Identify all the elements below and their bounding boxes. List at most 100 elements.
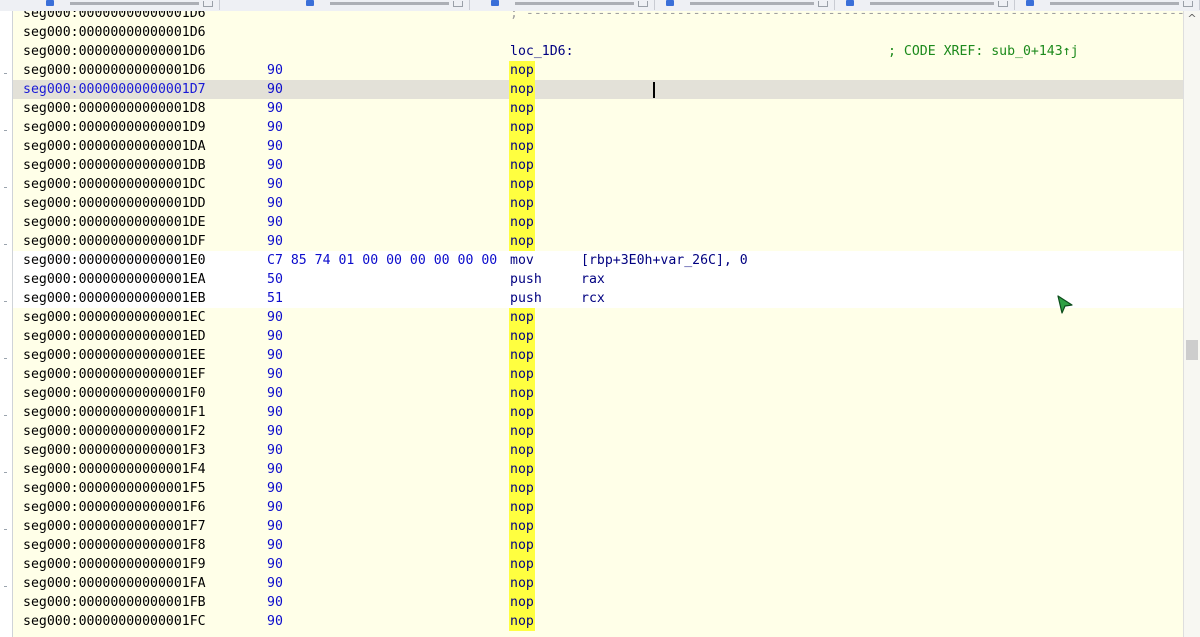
tab-3[interactable] [485, 0, 655, 10]
row-opcode-bytes: 90 [267, 462, 283, 477]
scroll-thumb[interactable] [1186, 340, 1198, 360]
row-mnemonic[interactable]: nop [509, 441, 535, 460]
row-mnemonic[interactable]: nop [509, 137, 535, 156]
row-mnemonic[interactable]: push [510, 289, 542, 308]
row-address: seg000:00000000000001D6 [23, 25, 206, 40]
row-opcode-bytes: 90 [267, 82, 283, 97]
row-mnemonic[interactable]: mov [510, 251, 534, 270]
listing-row[interactable]: seg000:00000000000001D9 90 nop [13, 118, 1183, 137]
listing-row[interactable]: seg000:00000000000001EA 50 push rax [13, 270, 1183, 289]
tab-1[interactable] [40, 0, 220, 10]
row-mnemonic[interactable]: nop [509, 460, 535, 479]
row-mnemonic[interactable]: nop [509, 99, 535, 118]
row-mnemonic[interactable]: nop [509, 593, 535, 612]
row-mnemonic[interactable]: nop [509, 213, 535, 232]
row-address: seg000:00000000000001DC [23, 177, 206, 192]
row-mnemonic[interactable]: nop [509, 346, 535, 365]
listing-row[interactable]: seg000:00000000000001FA 90 nop [13, 574, 1183, 593]
listing-row[interactable]: seg000:00000000000001F4 90 nop [13, 460, 1183, 479]
row-mnemonic[interactable]: nop [509, 498, 535, 517]
listing-row[interactable]: seg000:00000000000001FC 90 nop [13, 612, 1183, 631]
row-mnemonic[interactable]: nop [509, 517, 535, 536]
listing-row[interactable]: seg000:00000000000001EC 90 nop [13, 308, 1183, 327]
tab-4[interactable] [660, 0, 835, 10]
scroll-up-arrow-icon[interactable]: ^ [1184, 11, 1200, 27]
row-mnemonic[interactable]: nop [509, 232, 535, 251]
row-mnemonic[interactable]: nop [509, 194, 535, 213]
close-icon[interactable] [638, 1, 648, 7]
row-operands[interactable]: [rbp+3E0h+var_26C], 0 [581, 251, 748, 270]
row-mnemonic[interactable]: nop [509, 422, 535, 441]
listing-row[interactable]: seg000:00000000000001DE 90 nop [13, 213, 1183, 232]
row-opcode-bytes: 90 [267, 177, 283, 192]
xref-comment[interactable]: ; CODE XREF: sub_0+143↑j [888, 42, 1079, 61]
row-mnemonic[interactable]: nop [509, 175, 535, 194]
listing-row[interactable]: seg000:00000000000001ED 90 nop [13, 327, 1183, 346]
listing-row[interactable]: seg000:00000000000001E0 C7 85 74 01 00 00… [13, 251, 1183, 270]
row-opcode-bytes: 90 [267, 481, 283, 496]
row-mnemonic[interactable]: nop [509, 327, 535, 346]
close-icon[interactable] [818, 1, 828, 7]
tab-5[interactable] [840, 0, 1015, 10]
close-icon[interactable] [998, 1, 1008, 7]
row-address: seg000:00000000000001D6 [23, 63, 206, 78]
listing-row[interactable]: seg000:00000000000001D6 ; ---------------… [13, 11, 1183, 23]
row-opcode-bytes: 90 [267, 386, 283, 401]
listing-row[interactable]: seg000:00000000000001F5 90 nop [13, 479, 1183, 498]
row-mnemonic[interactable]: nop [509, 384, 535, 403]
close-icon[interactable] [1183, 1, 1193, 7]
listing-row[interactable]: seg000:00000000000001EE 90 nop [13, 346, 1183, 365]
row-operands[interactable]: rcx [581, 289, 605, 308]
row-mnemonic[interactable]: nop [509, 612, 535, 631]
document-icon [491, 0, 499, 6]
listing-row[interactable]: seg000:00000000000001F0 90 nop [13, 384, 1183, 403]
listing-row[interactable]: seg000:00000000000001EB 51 push rcx [13, 289, 1183, 308]
row-mnemonic[interactable]: nop [509, 365, 535, 384]
row-mnemonic[interactable]: nop [509, 574, 535, 593]
vertical-scrollbar[interactable]: ^ [1183, 11, 1200, 637]
tab-2[interactable] [300, 0, 470, 10]
row-mnemonic[interactable]: nop [509, 156, 535, 175]
row-address: seg000:00000000000001F8 [23, 538, 206, 553]
row-opcode-bytes: 90 [267, 120, 283, 135]
listing-row[interactable]: seg000:00000000000001D7 90 nop [13, 80, 1183, 99]
tab-6[interactable] [1020, 0, 1200, 10]
close-icon[interactable] [453, 1, 463, 7]
row-mnemonic[interactable]: nop [509, 308, 535, 327]
listing-row[interactable]: seg000:00000000000001F1 90 nop [13, 403, 1183, 422]
listing-row[interactable]: seg000:00000000000001F2 90 nop [13, 422, 1183, 441]
row-operands[interactable]: rax [581, 270, 605, 289]
listing-row[interactable]: seg000:00000000000001EF 90 nop [13, 365, 1183, 384]
row-mnemonic[interactable]: nop [509, 403, 535, 422]
listing-row[interactable]: seg000:00000000000001FB 90 nop [13, 593, 1183, 612]
row-mnemonic[interactable]: push [510, 270, 542, 289]
row-mnemonic[interactable]: nop [509, 479, 535, 498]
row-mnemonic[interactable]: nop [509, 536, 535, 555]
listing-row[interactable]: seg000:00000000000001F9 90 nop [13, 555, 1183, 574]
listing-row[interactable]: seg000:00000000000001D6 loc_1D6: ; CODE XR… [13, 42, 1183, 61]
listing-row[interactable]: seg000:00000000000001F3 90 nop [13, 441, 1183, 460]
listing-row[interactable]: seg000:00000000000001D6 90 nop [13, 61, 1183, 80]
listing-row[interactable]: seg000:00000000000001D6 [13, 23, 1183, 42]
row-opcode-bytes: 90 [267, 595, 283, 610]
row-address: seg000:00000000000001DA [23, 139, 206, 154]
row-mnemonic[interactable]: nop [509, 80, 535, 99]
row-address: seg000:00000000000001FA [23, 576, 206, 591]
row-mnemonic[interactable]: nop [509, 61, 535, 80]
listing-row[interactable]: seg000:00000000000001D8 90 nop [13, 99, 1183, 118]
row-mnemonic[interactable]: nop [509, 555, 535, 574]
row-mnemonic[interactable]: nop [509, 118, 535, 137]
close-icon[interactable] [203, 1, 213, 7]
tab-label [1050, 2, 1179, 5]
row-opcode-bytes: 90 [267, 310, 283, 325]
disassembly-listing[interactable]: seg000:00000000000001D6 ; ---------------… [13, 11, 1183, 637]
listing-row[interactable]: seg000:00000000000001DF 90 nop [13, 232, 1183, 251]
listing-row[interactable]: seg000:00000000000001DD 90 nop [13, 194, 1183, 213]
listing-row[interactable]: seg000:00000000000001F7 90 nop [13, 517, 1183, 536]
listing-row[interactable]: seg000:00000000000001DC 90 nop [13, 175, 1183, 194]
listing-row[interactable]: seg000:00000000000001DB 90 nop [13, 156, 1183, 175]
code-label[interactable]: loc_1D6: [510, 42, 574, 61]
listing-row[interactable]: seg000:00000000000001F8 90 nop [13, 536, 1183, 555]
listing-row[interactable]: seg000:00000000000001DA 90 nop [13, 137, 1183, 156]
listing-row[interactable]: seg000:00000000000001F6 90 nop [13, 498, 1183, 517]
